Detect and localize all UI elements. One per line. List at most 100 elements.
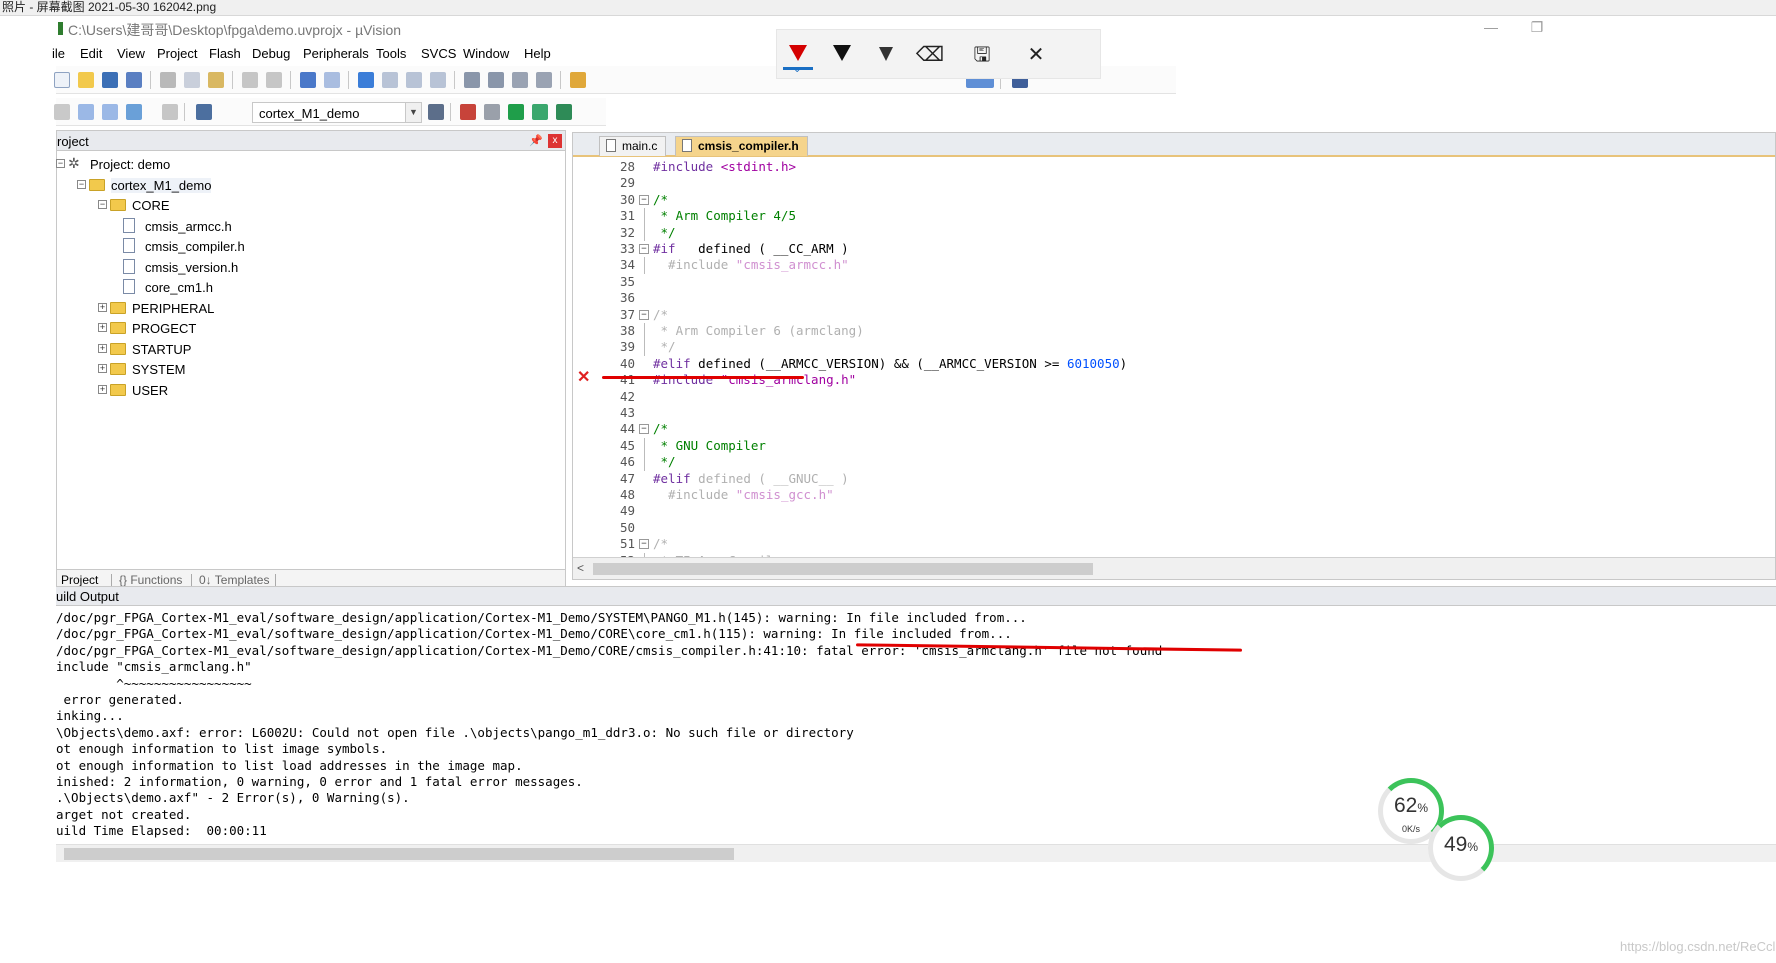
pen-black-button[interactable] <box>827 40 857 70</box>
save-icon[interactable] <box>102 72 118 88</box>
translate-icon[interactable] <box>54 104 70 120</box>
collapse-icon[interactable]: − <box>77 179 86 189</box>
clear-bookmarks-icon[interactable] <box>430 72 446 88</box>
tab-functions[interactable]: {} Functions <box>119 573 182 587</box>
download-load-icon[interactable] <box>196 104 212 120</box>
code-line: 29 <box>573 175 1775 191</box>
find-in-files-icon[interactable] <box>570 72 586 88</box>
code-line: 42 <box>573 389 1775 405</box>
rebuild-icon[interactable] <box>102 104 118 120</box>
indent-icon[interactable] <box>464 72 480 88</box>
collapse-icon[interactable]: − <box>56 159 65 168</box>
build-output[interactable]: /doc/pgr_FPGA_Cortex-M1_eval/software_de… <box>56 608 1776 840</box>
close-annotation-button[interactable]: ✕ <box>1021 40 1051 70</box>
code-area[interactable]: 28 #include <stdint.h> 29 30−/* 31 * Arm Com… <box>573 157 1775 557</box>
tab-cmsis-compiler-h[interactable]: cmsis_compiler.h <box>675 136 808 156</box>
tab-templates[interactable]: 0↓ Templates <box>199 573 269 587</box>
save-all-icon[interactable] <box>126 72 142 88</box>
batch-build-icon[interactable] <box>126 104 142 120</box>
uncomment-icon[interactable] <box>536 72 552 88</box>
open-folder-icon[interactable] <box>78 72 94 88</box>
prev-bookmark-icon[interactable] <box>382 72 398 88</box>
menu-window[interactable]: Window <box>463 46 509 61</box>
code-line: 48 #include "cmsis_gcc.h" <box>573 487 1775 503</box>
menu-file[interactable]: ile <box>52 46 65 61</box>
line-number: 49 <box>619 503 635 519</box>
comment-icon[interactable] <box>512 72 528 88</box>
menu-project[interactable]: Project <box>157 46 197 61</box>
highlighter-button[interactable] <box>871 40 901 70</box>
menu-tools[interactable]: Tools <box>376 46 406 61</box>
navigate-forward-icon[interactable] <box>324 72 340 88</box>
line-number: 33 <box>619 241 635 256</box>
fold-toggle-icon[interactable]: − <box>639 244 649 254</box>
menu-svcs[interactable]: SVCS <box>421 46 456 61</box>
stop-build-icon[interactable] <box>162 104 178 120</box>
bookmark-icon[interactable] <box>358 72 374 88</box>
fold-toggle-icon[interactable]: − <box>639 424 649 435</box>
fold-toggle-icon[interactable]: − <box>639 539 649 550</box>
build-icon[interactable] <box>78 104 94 120</box>
folder-icon <box>110 322 126 334</box>
expand-icon[interactable]: + <box>98 384 107 394</box>
target-select[interactable]: cortex_M1_demo ▼ <box>252 102 422 123</box>
scrollbar-thumb[interactable] <box>64 848 734 860</box>
editor-tabs: main.c cmsis_compiler.h <box>573 133 1775 157</box>
cut-icon[interactable] <box>160 72 176 88</box>
target-options-icon[interactable] <box>428 104 444 120</box>
code-text: * GNU Compiler <box>653 437 766 453</box>
watermark: https://blog.csdn.net/ReCclay <box>1620 939 1776 954</box>
menu-debug[interactable]: Debug <box>252 46 290 61</box>
manage-project-items-icon[interactable] <box>460 104 476 120</box>
chevron-down-icon[interactable]: ▼ <box>405 103 421 122</box>
undo-icon[interactable] <box>242 72 258 88</box>
navigate-back-icon[interactable] <box>300 72 316 88</box>
code-text: */ <box>653 224 676 240</box>
software-packs-icon[interactable] <box>556 104 572 120</box>
scrollbar-thumb[interactable] <box>593 563 1093 575</box>
save-icon: 🖫 <box>973 44 991 66</box>
pack-installer-icon[interactable] <box>532 104 548 120</box>
line-number: 39 <box>619 339 635 355</box>
menu-help[interactable]: Help <box>524 46 551 61</box>
close-icon[interactable]: x <box>548 134 562 148</box>
pin-icon[interactable]: 📌 <box>529 134 543 147</box>
file-icon <box>123 258 135 274</box>
expand-icon[interactable]: + <box>98 364 107 373</box>
scroll-left-icon[interactable]: < <box>577 561 584 575</box>
select-packs-icon[interactable] <box>484 104 500 120</box>
pen-tool-button[interactable]: ⌄ <box>783 40 813 75</box>
expand-icon[interactable]: + <box>98 343 107 353</box>
highlighter-icon <box>879 47 893 61</box>
build-output-line: /doc/pgr_FPGA_Cortex-M1_eval/software_de… <box>56 610 1027 625</box>
collapse-icon[interactable]: − <box>98 200 107 209</box>
expand-icon[interactable]: + <box>98 323 107 332</box>
copy-icon[interactable] <box>184 72 200 88</box>
menu-flash[interactable]: Flash <box>209 46 241 61</box>
expand-icon[interactable]: + <box>98 302 107 312</box>
fold-toggle-icon[interactable]: − <box>639 309 649 320</box>
tab-project[interactable]: Project <box>61 573 98 587</box>
editor-horizontal-scrollbar[interactable]: < <box>573 557 1775 579</box>
menu-peripherals[interactable]: Peripherals <box>303 46 369 61</box>
fold-toggle-icon[interactable]: − <box>639 194 649 205</box>
unindent-icon[interactable] <box>488 72 504 88</box>
next-bookmark-icon[interactable] <box>406 72 422 88</box>
code-line: 50 <box>573 520 1775 536</box>
line-number: 28 <box>619 159 635 174</box>
save-button[interactable]: 🖫 <box>967 40 997 70</box>
redo-icon[interactable] <box>266 72 282 88</box>
build-output-horizontal-scrollbar[interactable] <box>56 844 1776 862</box>
restore-button[interactable]: ❐ <box>1522 18 1552 38</box>
menu-edit[interactable]: Edit <box>80 46 102 61</box>
minimize-button[interactable]: — <box>1476 18 1506 38</box>
menu-view[interactable]: View <box>117 46 145 61</box>
paste-icon[interactable] <box>208 72 224 88</box>
manage-rte-icon[interactable] <box>508 104 524 120</box>
annotation-underline-include <box>602 376 804 379</box>
tree-item-label: CORE <box>132 198 170 213</box>
new-file-icon[interactable] <box>54 72 70 88</box>
tab-main-c[interactable]: main.c <box>599 136 667 156</box>
eraser-button[interactable]: ⌫ <box>915 40 945 70</box>
build-output-line: ^~~~~~~~~~~~~~~~~~ <box>56 675 252 691</box>
